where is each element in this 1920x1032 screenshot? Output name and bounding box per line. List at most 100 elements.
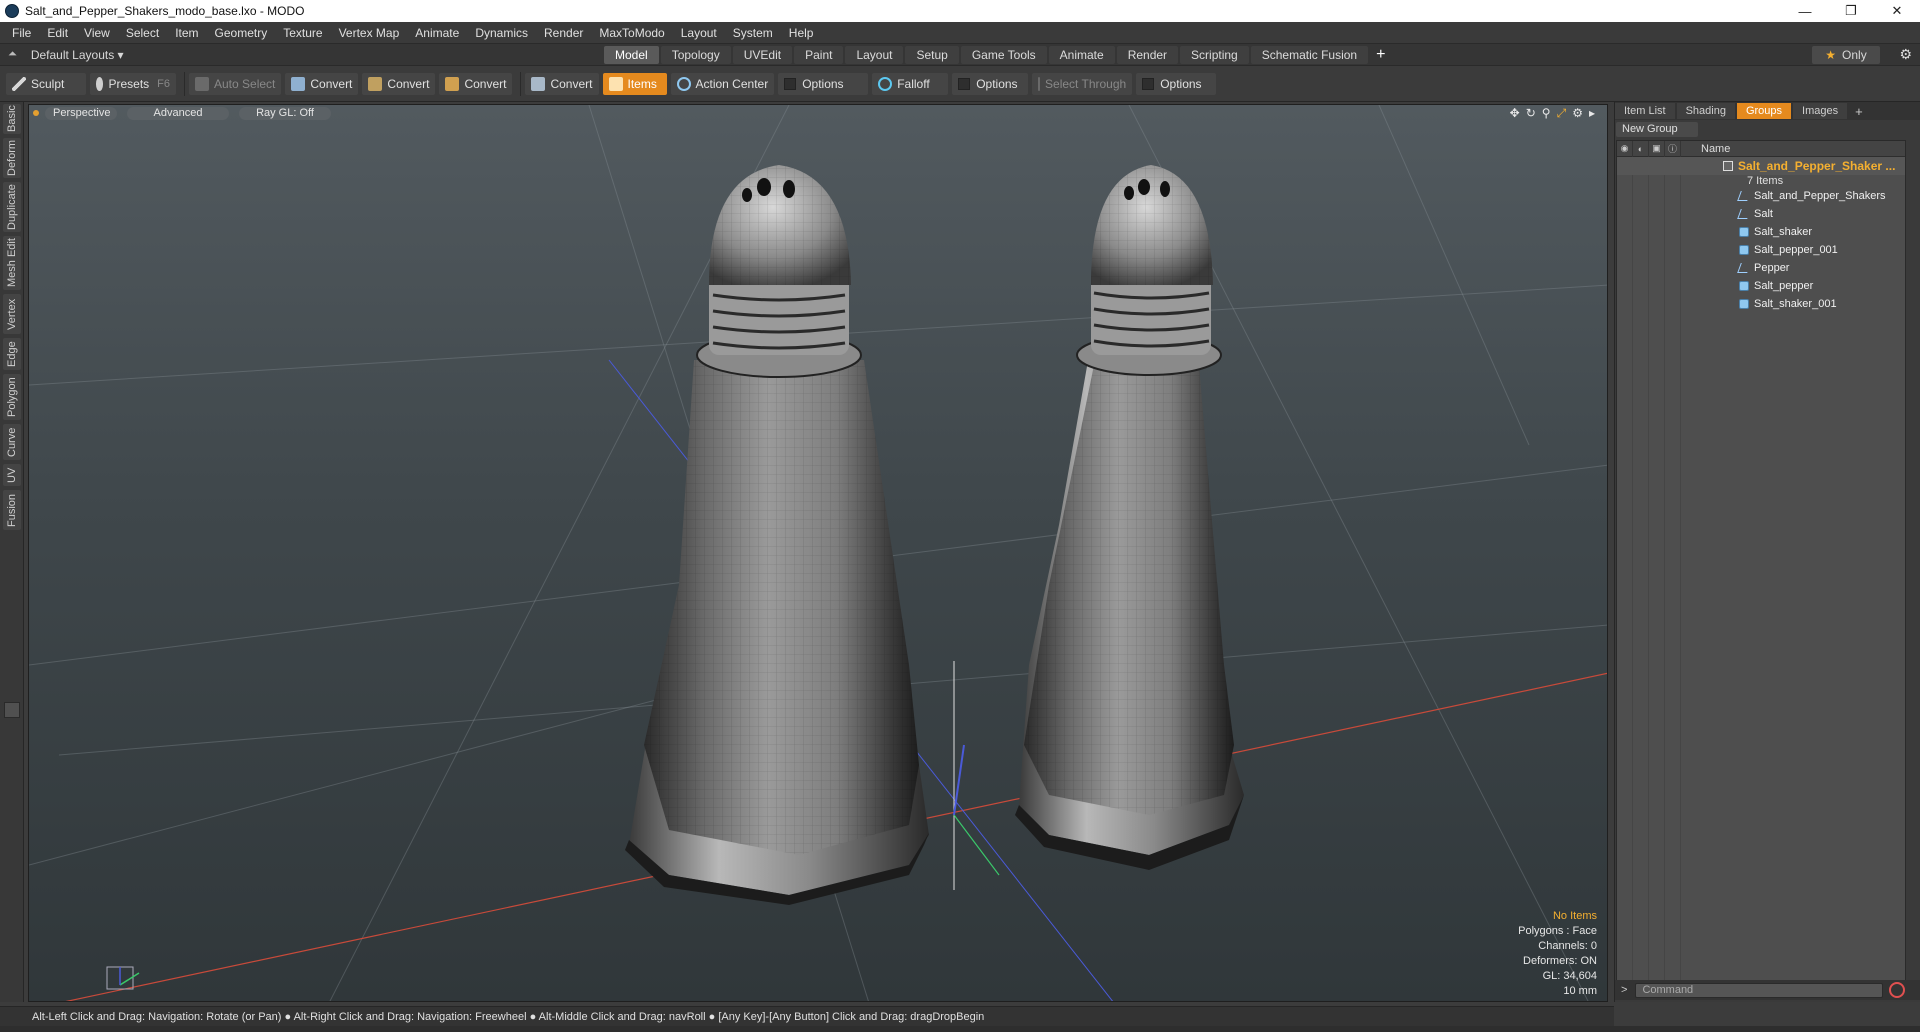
left-tool-strip: Basic Deform Duplicate Mesh Edit Vertex …: [0, 102, 24, 1002]
vtab-polygon[interactable]: Polygon: [3, 374, 21, 420]
layout-bar: ⏶ Default Layouts ▾ Model Topology UVEdi…: [0, 44, 1920, 66]
raygl-button[interactable]: Ray GL: Off: [239, 106, 331, 120]
tab-schematic-fusion[interactable]: Schematic Fusion: [1250, 46, 1369, 64]
menu-help[interactable]: Help: [781, 22, 822, 44]
list-item[interactable]: Salt_pepper: [1617, 277, 1905, 295]
3d-viewport[interactable]: Perspective Advanced Ray GL: Off ✥ ↻ ⚲ ⤢…: [28, 104, 1608, 1002]
add-panel-tab-icon[interactable]: +: [1855, 104, 1863, 119]
vtab-edge[interactable]: Edge: [3, 338, 21, 370]
list-item[interactable]: Salt_and_Pepper_Shakers: [1617, 187, 1905, 205]
convert-label: Convert: [310, 76, 353, 91]
stat-polygons: Polygons : Face: [1518, 925, 1597, 937]
tab-uvedit[interactable]: UVEdit: [732, 46, 793, 64]
convert-polygons-button[interactable]: Convert: [439, 72, 513, 95]
tab-images[interactable]: Images: [1793, 103, 1848, 119]
tab-model[interactable]: Model: [604, 46, 659, 64]
tab-paint[interactable]: Paint: [794, 46, 844, 64]
collapse-icon[interactable]: ⏶: [8, 48, 17, 61]
tab-animate[interactable]: Animate: [1048, 46, 1115, 64]
only-button[interactable]: ★ Only: [1812, 46, 1880, 64]
menu-file[interactable]: File: [4, 22, 39, 44]
viewport-arrow-icon[interactable]: ▸: [1589, 106, 1595, 121]
tab-shading[interactable]: Shading: [1676, 103, 1735, 119]
lock-col-icon[interactable]: ▣: [1649, 140, 1665, 157]
vtab-fusion[interactable]: Fusion: [3, 490, 21, 530]
item-name: Pepper: [1754, 262, 1790, 274]
menu-select[interactable]: Select: [118, 22, 167, 44]
tab-game-tools[interactable]: Game Tools: [960, 46, 1047, 64]
menu-layout[interactable]: Layout: [673, 22, 725, 44]
add-tab-icon[interactable]: +: [1376, 46, 1385, 64]
zoom-icon[interactable]: ⚲: [1542, 106, 1551, 121]
tab-groups[interactable]: Groups: [1736, 103, 1792, 119]
view-type-button[interactable]: Perspective: [45, 106, 117, 120]
items-button[interactable]: Items: [602, 72, 667, 95]
vtab-duplicate[interactable]: Duplicate: [3, 182, 21, 232]
tab-topology[interactable]: Topology: [660, 46, 731, 64]
gear-icon[interactable]: ⚙: [1899, 46, 1912, 63]
minimize-button[interactable]: —: [1782, 0, 1828, 22]
command-input[interactable]: Command: [1635, 982, 1884, 998]
auto-select-button[interactable]: Auto Select: [189, 72, 282, 95]
vtab-basic[interactable]: Basic: [3, 104, 21, 134]
rotate-icon[interactable]: ↻: [1526, 106, 1536, 121]
viewport-nav-icons: ✥ ↻ ⚲ ⤢ ⚙ ▸: [1510, 106, 1595, 121]
menu-system[interactable]: System: [725, 22, 781, 44]
menu-item[interactable]: Item: [167, 22, 206, 44]
select-through-button[interactable]: Select Through: [1032, 72, 1133, 95]
menu-render[interactable]: Render: [536, 22, 591, 44]
menu-edit[interactable]: Edit: [39, 22, 76, 44]
pan-icon[interactable]: ✥: [1510, 106, 1520, 121]
select-col-icon[interactable]: ⓘ: [1665, 140, 1681, 157]
options-button-1[interactable]: Options: [778, 72, 869, 95]
panel-toggle-icon[interactable]: [4, 702, 20, 718]
name-column-header[interactable]: Name: [1681, 143, 1730, 155]
maximize-viewport-icon[interactable]: ⤢: [1557, 106, 1567, 121]
menu-geometry[interactable]: Geometry: [207, 22, 276, 44]
tab-setup[interactable]: Setup: [905, 46, 959, 64]
items-label: Items: [627, 76, 657, 91]
convert-items-button[interactable]: Convert: [525, 72, 599, 95]
vtab-vertex[interactable]: Vertex: [3, 294, 21, 334]
layout-select[interactable]: ⏶ Default Layouts ▾: [0, 44, 140, 66]
new-group-button[interactable]: New Group: [1616, 122, 1698, 137]
sculpt-button[interactable]: Sculpt: [6, 72, 86, 95]
vtab-uv[interactable]: UV: [3, 464, 21, 486]
tab-layout[interactable]: Layout: [845, 46, 904, 64]
convert-vertices-button[interactable]: Convert: [285, 72, 359, 95]
tab-item-list[interactable]: Item List: [1615, 103, 1675, 119]
list-item[interactable]: Salt_pepper_001: [1617, 241, 1905, 259]
menu-view[interactable]: View: [76, 22, 118, 44]
presets-button[interactable]: Presets F6: [90, 72, 176, 95]
toolbar-separator: [520, 71, 522, 96]
viewport-settings-icon[interactable]: ⚙: [1572, 106, 1583, 121]
list-item[interactable]: Pepper: [1617, 259, 1905, 277]
vtab-mesh-edit[interactable]: Mesh Edit: [3, 236, 21, 290]
tab-render[interactable]: Render: [1116, 46, 1179, 64]
list-item[interactable]: Salt: [1617, 205, 1905, 223]
options-button-2[interactable]: Options: [952, 72, 1029, 95]
falloff-button[interactable]: Falloff: [872, 72, 949, 95]
menu-maxtomodo[interactable]: MaxToModo: [591, 22, 672, 44]
vtab-curve[interactable]: Curve: [3, 424, 21, 460]
list-item[interactable]: Salt_shaker_001: [1617, 295, 1905, 313]
tab-scripting[interactable]: Scripting: [1180, 46, 1249, 64]
render-col-icon[interactable]: ◐: [1633, 140, 1649, 157]
locator-icon: [1737, 263, 1751, 273]
visibility-col-icon[interactable]: ◉: [1617, 140, 1633, 157]
menu-texture[interactable]: Texture: [275, 22, 330, 44]
list-item[interactable]: Salt_shaker: [1617, 223, 1905, 241]
options-button-3[interactable]: Options: [1136, 72, 1217, 95]
vtab-deform[interactable]: Deform: [3, 138, 21, 178]
viewport-menu-icon[interactable]: [33, 110, 39, 116]
command-history-icon[interactable]: [1889, 982, 1906, 998]
menu-dynamics[interactable]: Dynamics: [467, 22, 536, 44]
presets-icon: [96, 76, 104, 91]
menu-animate[interactable]: Animate: [407, 22, 467, 44]
convert-edges-button[interactable]: Convert: [362, 72, 436, 95]
maximize-button[interactable]: ❐: [1828, 0, 1874, 22]
close-button[interactable]: ✕: [1874, 0, 1920, 22]
view-style-button[interactable]: Advanced: [127, 106, 229, 120]
action-center-button[interactable]: Action Center: [670, 72, 775, 95]
menu-vertex-map[interactable]: Vertex Map: [331, 22, 408, 44]
